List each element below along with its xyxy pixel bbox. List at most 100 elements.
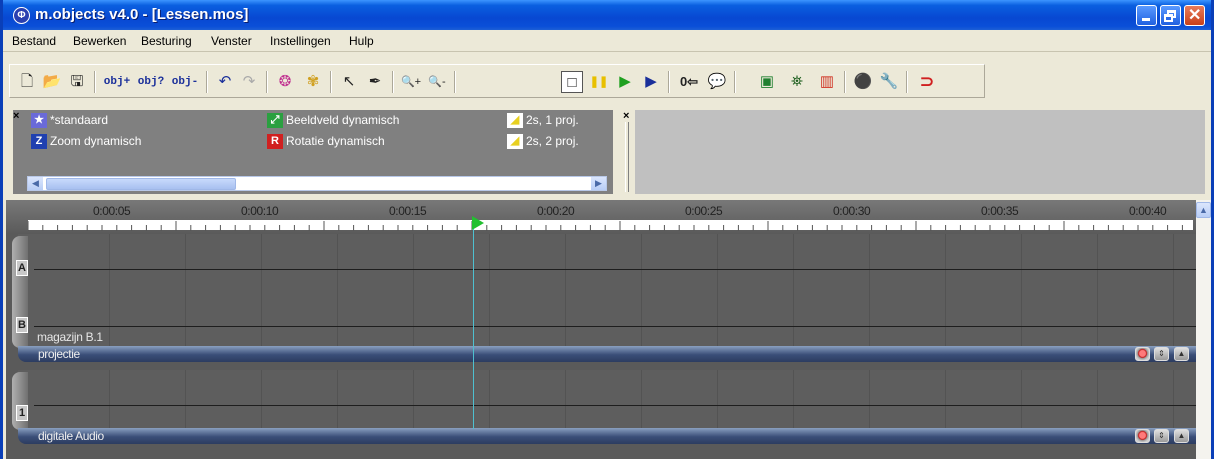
- track-name: projectie: [38, 347, 80, 361]
- menu-besturing[interactable]: Besturing: [141, 34, 192, 48]
- level-meter-icon[interactable]: ▥: [816, 71, 838, 93]
- devices-icon[interactable]: ⚫: [852, 71, 874, 93]
- close-icon: ✕: [1188, 7, 1202, 24]
- fade-ramp-icon: ◢: [507, 112, 523, 128]
- menu-instellingen[interactable]: Instellingen: [270, 34, 331, 48]
- app-window: Φ m.objects v4.0 - [Lessen.mos] ✕ Bestan…: [0, 0, 1214, 459]
- image-field-icon: ⤢: [267, 112, 283, 128]
- undo-icon[interactable]: ↶: [214, 71, 236, 93]
- close-button[interactable]: ✕: [1184, 5, 1205, 26]
- scroll-left-icon[interactable]: ◀: [28, 177, 43, 190]
- preset-zoom-dynamisch[interactable]: Z Zoom dynamisch: [31, 133, 141, 149]
- preset-label: Zoom dynamisch: [50, 134, 142, 148]
- resize-arrows-icon[interactable]: ⇕: [1154, 429, 1169, 443]
- record-icon[interactable]: [1135, 347, 1150, 361]
- zoom-out-icon[interactable]: 🔍-: [426, 71, 448, 93]
- pointer-tool-icon[interactable]: ↖: [338, 71, 360, 93]
- preset-label: *standaard: [50, 113, 109, 127]
- fade-ramp-icon: ◢: [507, 133, 523, 149]
- pause-icon[interactable]: ❚❚: [588, 71, 610, 93]
- resize-arrows-icon[interactable]: ⇕: [1154, 347, 1169, 361]
- star-preset-icon: ★: [31, 112, 47, 128]
- preset-label: 2s, 2 proj.: [526, 134, 579, 148]
- menu-hulp[interactable]: Hulp: [349, 34, 374, 48]
- preset-2s-1-proj[interactable]: ◢ 2s, 1 proj.: [507, 112, 579, 128]
- audio-track-footer: digitale Audio ⇕ ▲: [18, 428, 1196, 444]
- menu-bewerken[interactable]: Bewerken: [73, 34, 126, 48]
- menu-venster[interactable]: Venster: [211, 34, 252, 48]
- ruler-label: 0:00:15: [389, 204, 427, 218]
- preset-2s-2-proj[interactable]: ◢ 2s, 2 proj.: [507, 133, 579, 149]
- scroll-right-icon[interactable]: ▶: [591, 177, 606, 190]
- toolbar-separator: [206, 71, 208, 93]
- object-add-icon[interactable]: obj+: [102, 71, 132, 93]
- preset-rotatie-dynamisch[interactable]: R Rotatie dynamisch: [267, 133, 385, 149]
- pen-tool-icon[interactable]: ✒: [364, 71, 386, 93]
- preset-beeldveld-dynamisch[interactable]: ⤢ Beeldveld dynamisch: [267, 112, 399, 128]
- redo-icon[interactable]: ↷: [238, 71, 260, 93]
- magnet-icon[interactable]: ⊃: [916, 71, 938, 93]
- presets-close-icon[interactable]: ×: [13, 110, 22, 122]
- toolbar-separator: [734, 71, 736, 93]
- play-icon[interactable]: ▶: [614, 71, 636, 93]
- ruler-tick-marks: [27, 221, 1183, 231]
- lane-1-tab[interactable]: 1: [16, 405, 28, 421]
- effects-icon[interactable]: ✾: [302, 71, 324, 93]
- track-grid: [34, 370, 1196, 428]
- goto-zero-icon[interactable]: 0⇦: [676, 71, 702, 93]
- track-grid: [34, 234, 1196, 346]
- ruler-label: 0:00:25: [685, 204, 723, 218]
- stop-icon[interactable]: □: [561, 71, 583, 93]
- restore-button[interactable]: [1160, 5, 1181, 26]
- new-file-icon[interactable]: 🗋: [16, 71, 38, 93]
- preset-label: Rotatie dynamisch: [286, 134, 385, 148]
- record-icon[interactable]: [1135, 429, 1150, 443]
- collapse-track-icon[interactable]: ▲: [1174, 429, 1189, 443]
- comment-icon[interactable]: 💬: [706, 71, 728, 93]
- audio-group-head[interactable]: [12, 372, 28, 430]
- collapse-track-icon[interactable]: ▲: [1174, 347, 1189, 361]
- presets-horizontal-scrollbar[interactable]: ◀ ▶: [27, 176, 607, 191]
- presets-panel: × ★ *standaard ⤢ Beeldveld dynamisch ◢ 2…: [13, 110, 613, 194]
- audio-track[interactable]: [18, 370, 1196, 428]
- object-label[interactable]: magazijn B.1: [37, 330, 103, 344]
- projector-icon[interactable]: ⛯: [786, 71, 808, 93]
- save-icon[interactable]: 🖫: [66, 71, 88, 93]
- ruler-label: 0:00:30: [833, 204, 871, 218]
- toolbar-separator: [266, 71, 268, 93]
- color-wheel-icon[interactable]: ❂: [274, 71, 296, 93]
- toolbar-separator: [844, 71, 846, 93]
- toolbar-separator: [906, 71, 908, 93]
- ruler-label: 0:00:10: [241, 204, 279, 218]
- object-query-icon[interactable]: obj?: [136, 71, 166, 93]
- minimize-button[interactable]: [1136, 5, 1157, 26]
- app-logo-icon[interactable]: Φ: [13, 7, 30, 24]
- open-folder-icon[interactable]: 📂: [41, 71, 63, 93]
- toolbar-separator: [668, 71, 670, 93]
- lane-a-tab[interactable]: A: [16, 260, 28, 276]
- settings-wrench-icon[interactable]: 🔧: [878, 71, 900, 93]
- ruler-ticks: [27, 220, 1193, 231]
- playhead-line[interactable]: [473, 229, 474, 429]
- object-remove-icon[interactable]: obj-: [170, 71, 200, 93]
- preset-label: Beeldveld dynamisch: [286, 113, 400, 127]
- panel-grip[interactable]: [625, 122, 629, 192]
- projection-track[interactable]: [18, 234, 1196, 346]
- preset-label: 2s, 1 proj.: [526, 113, 579, 127]
- lane-b-tab[interactable]: B: [16, 317, 28, 333]
- play-position-marker-icon[interactable]: [472, 216, 484, 230]
- scrollbar-thumb[interactable]: [46, 178, 236, 190]
- timeline-vertical-scrollbar[interactable]: ▲: [1196, 200, 1211, 459]
- title-bar[interactable]: Φ m.objects v4.0 - [Lessen.mos] ✕: [3, 0, 1211, 30]
- zoom-in-icon[interactable]: 🔍+: [400, 71, 422, 93]
- ruler-label: 0:00:05: [93, 204, 131, 218]
- play-secondary-icon[interactable]: ▶: [640, 71, 662, 93]
- preset-standaard[interactable]: ★ *standaard: [31, 112, 108, 128]
- menu-bestand[interactable]: Bestand: [12, 34, 56, 48]
- image-icon[interactable]: ▣: [756, 71, 778, 93]
- toolbar-separator: [454, 71, 456, 93]
- restore-icon-back: [1164, 14, 1173, 22]
- track-name: digitale Audio: [38, 429, 104, 443]
- time-ruler[interactable]: 0:00:05 0:00:10 0:00:15 0:00:20 0:00:25 …: [6, 200, 1196, 234]
- scroll-up-icon[interactable]: ▲: [1196, 202, 1211, 218]
